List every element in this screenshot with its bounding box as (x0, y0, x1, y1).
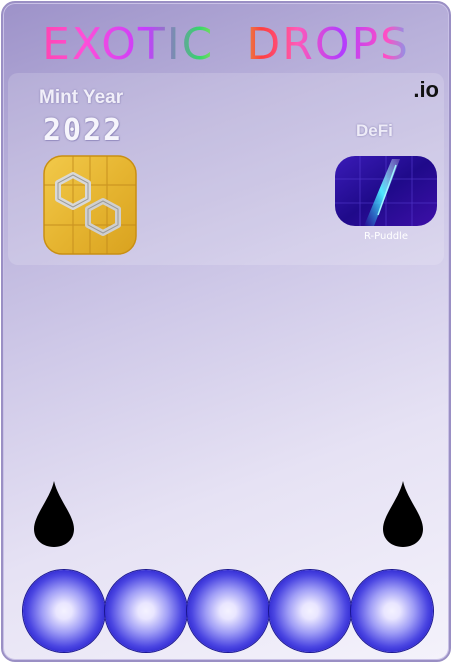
mint-year-value: 2022 (43, 113, 124, 148)
droplet-icon (34, 481, 74, 547)
category-label: DeFi (356, 121, 393, 140)
domain-suffix: .io (413, 77, 439, 102)
mint-year-label: Mint Year (39, 87, 124, 108)
orb-row (23, 570, 435, 654)
polygon-chip-icon (43, 155, 137, 255)
droplet-icon (383, 481, 423, 547)
orb-icon (23, 570, 105, 652)
orb-icon (351, 570, 433, 652)
brand-title: EXOTIC DROPS (3, 17, 449, 73)
orb-icon (269, 570, 351, 652)
r-puddle-icon (335, 156, 437, 226)
orb-icon (105, 570, 187, 652)
nft-card: EXOTIC DROPS .io Mint Year 2022 DeFi R-P… (1, 1, 451, 662)
orb-icon (187, 570, 269, 652)
project-name: R-Puddle (364, 231, 408, 242)
